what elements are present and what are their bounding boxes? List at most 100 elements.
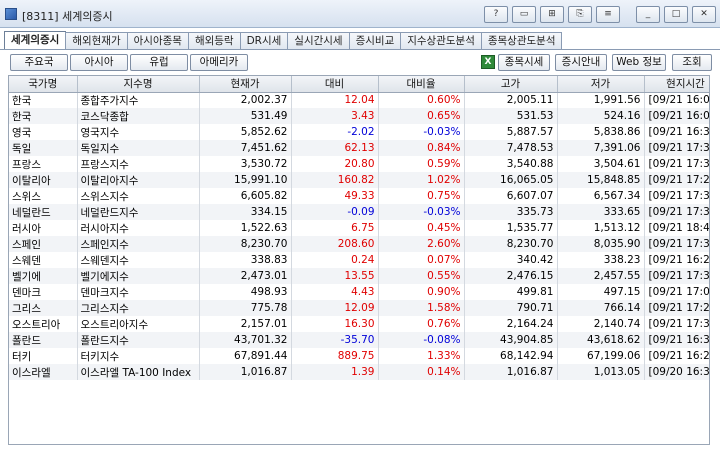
index-table: 국가명 지수명 현재가 대비 대비율 고가 저가 현지시간 한국 종합주가지수 2,… [9, 76, 709, 380]
table-row[interactable]: 벨기에 벨기에지수 2,473.01 13.55 0.55% 2,476.15 2,457.… [9, 268, 709, 284]
tab-overseas-price[interactable]: 해외현재가 [65, 32, 128, 50]
table-row[interactable]: 그리스 그리스지수 775.78 12.09 1.58% 790.71 766.14 [09/… [9, 300, 709, 316]
table-row[interactable]: 한국 종합주가지수 2,002.37 12.04 0.60% 2,005.11 1,991.… [9, 92, 709, 108]
cell-low: 3,504.61 [557, 156, 645, 172]
cell-local-time: [09/21 16:30] [644, 124, 709, 140]
header-change-rate[interactable]: 대비율 [378, 76, 465, 93]
cell-price: 1,016.87 [199, 364, 292, 380]
asia-button[interactable]: 아시아 [70, 54, 128, 71]
cell-index-name: 이스라엘 TA-100 Index [77, 364, 200, 380]
cell-local-time: [09/21 17:00] [644, 284, 709, 300]
table-row[interactable]: 한국 코스닥종합 531.49 3.43 0.65% 531.53 524.16 [09/21… [9, 108, 709, 124]
search-button[interactable]: 조회 [672, 54, 712, 71]
menu-icon[interactable]: ≡ [596, 6, 620, 23]
table-row[interactable]: 스웨덴 스웨덴지수 338.83 0.24 0.07% 340.42 338.23 [09/2… [9, 252, 709, 268]
cell-change: 3.43 [291, 108, 379, 124]
cell-change: 49.33 [291, 188, 379, 204]
cell-change-rate: 0.84% [378, 140, 465, 156]
window-title: [8311] 세계의증시 [22, 10, 113, 23]
cell-index-name: 덴마크지수 [77, 284, 200, 300]
header-high[interactable]: 고가 [464, 76, 558, 93]
help-icon[interactable]: ? [484, 6, 508, 23]
tab-stock-correlation[interactable]: 종목상관도분석 [480, 32, 563, 50]
tab-bar: 세계의증시 해외현재가 아시아종목 해외등락 DR시세 실시간시세 증시비교 지… [4, 31, 563, 50]
minimize-button[interactable]: _ [636, 6, 660, 23]
table-row[interactable]: 스위스 스위스지수 6,605.82 49.33 0.75% 6,607.07 6,567.… [9, 188, 709, 204]
link-icon[interactable]: ⊞ [540, 6, 564, 23]
table-row[interactable]: 스페인 스페인지수 8,230.70 208.60 2.60% 8,230.70 8,035… [9, 236, 709, 252]
table-row[interactable]: 독일 독일지수 7,451.62 62.13 0.84% 7,478.53 7,391.06… [9, 140, 709, 156]
cell-local-time: [09/21 17:35] [644, 156, 709, 172]
cell-index-name: 스페인지수 [77, 236, 200, 252]
cell-price: 43,701.32 [199, 332, 292, 348]
cell-low: 1,991.56 [557, 92, 645, 108]
cell-high: 499.81 [464, 284, 558, 300]
cell-high: 1,016.87 [464, 364, 558, 380]
tab-market-compare[interactable]: 증시비교 [348, 32, 402, 50]
tab-realtime-quote[interactable]: 실시간시세 [287, 32, 350, 50]
table-row[interactable]: 네덜란드 네덜란드지수 334.15 -0.09 -0.03% 335.73 333.65[… [9, 204, 709, 220]
table-row[interactable]: 오스트리아 오스트리아지수 2,157.01 16.30 0.76% 2,164.24 2,… [9, 316, 709, 332]
maximize-button[interactable]: □ [664, 6, 688, 23]
cell-low: 1,013.05 [557, 364, 645, 380]
close-button[interactable]: ✕ [692, 6, 716, 23]
cell-low: 15,848.85 [557, 172, 645, 188]
cell-country: 벨기에 [9, 268, 78, 284]
cell-country: 네덜란드 [9, 204, 78, 220]
cell-local-time: [09/21 16:20] [644, 252, 709, 268]
copy-icon[interactable]: ⎘ [568, 6, 592, 23]
market-guide-button[interactable]: 증시안내 [555, 54, 607, 71]
table-row[interactable]: 이스라엘 이스라엘 TA-100 Index 1,016.87 1.39 0.14% 1,… [9, 364, 709, 380]
cell-country: 독일 [9, 140, 78, 156]
cell-local-time: [09/21 17:34] [644, 316, 709, 332]
tab-overseas-change[interactable]: 해외등락 [187, 32, 241, 50]
header-index-name[interactable]: 지수명 [77, 76, 200, 93]
header-low[interactable]: 저가 [557, 76, 645, 93]
cell-change-rate: -0.03% [378, 204, 465, 220]
tab-asia-stocks[interactable]: 아시아종목 [126, 32, 189, 50]
tab-world-market[interactable]: 세계의증시 [4, 31, 67, 50]
cell-price: 775.78 [199, 300, 292, 316]
table-row[interactable]: 폴란드 폴란드지수 43,701.32 -35.70 -0.08% 43,904.85 43… [9, 332, 709, 348]
cell-index-name: 스위스지수 [77, 188, 200, 204]
cell-local-time: [09/21 17:24] [644, 172, 709, 188]
cell-country: 한국 [9, 108, 78, 124]
excel-icon[interactable]: X [481, 55, 495, 69]
europe-button[interactable]: 유럽 [130, 54, 188, 71]
header-price[interactable]: 현재가 [199, 76, 292, 93]
major-countries-button[interactable]: 주요국 [10, 54, 68, 71]
cell-local-time: [09/21 16:29] [644, 348, 709, 364]
cell-index-name: 영국지수 [77, 124, 200, 140]
table-row[interactable]: 터키 터키지수 67,891.44 889.75 1.33% 68,142.94 67,19… [9, 348, 709, 364]
cell-low: 497.15 [557, 284, 645, 300]
header-country[interactable]: 국가명 [9, 76, 78, 93]
cell-local-time: [09/21 16:00] [644, 108, 709, 124]
cell-low: 766.14 [557, 300, 645, 316]
table-row[interactable]: 영국 영국지수 5,852.62 -2.02 -0.03% 5,887.57 5,838.8… [9, 124, 709, 140]
tab-index-correlation[interactable]: 지수상관도분석 [400, 32, 482, 50]
cell-low: 2,140.74 [557, 316, 645, 332]
web-info-button[interactable]: Web 정보 [612, 54, 666, 71]
index-grid: 국가명 지수명 현재가 대비 대비율 고가 저가 현지시간 한국 종합주가지수 2,… [8, 75, 710, 445]
cell-change-rate: 0.76% [378, 316, 465, 332]
america-button[interactable]: 아메리카 [190, 54, 248, 71]
window-layout-icon[interactable]: ▭ [512, 6, 536, 23]
cell-index-name: 네덜란드지수 [77, 204, 200, 220]
cell-index-name: 러시아지수 [77, 220, 200, 236]
cell-change: 4.43 [291, 284, 379, 300]
table-row[interactable]: 러시아 러시아지수 1,522.63 6.75 0.45% 1,535.77 1,513.1… [9, 220, 709, 236]
cell-price: 2,157.01 [199, 316, 292, 332]
table-row[interactable]: 이탈리아 이탈리아지수 15,991.10 160.82 1.02% 16,065.05 1… [9, 172, 709, 188]
header-local-time[interactable]: 현지시간 [644, 76, 709, 93]
cell-change: 62.13 [291, 140, 379, 156]
cell-local-time: [09/21 17:20] [644, 300, 709, 316]
cell-high: 7,478.53 [464, 140, 558, 156]
table-row[interactable]: 덴마크 덴마크지수 498.93 4.43 0.90% 499.81 497.15 [09/2… [9, 284, 709, 300]
cell-change: -35.70 [291, 332, 379, 348]
cell-country: 스위스 [9, 188, 78, 204]
stock-quote-button[interactable]: 종목시세 [498, 54, 550, 71]
tab-dr-quote[interactable]: DR시세 [239, 32, 289, 50]
table-header-row: 국가명 지수명 현재가 대비 대비율 고가 저가 현지시간 [9, 76, 709, 93]
header-change[interactable]: 대비 [291, 76, 379, 93]
table-row[interactable]: 프랑스 프랑스지수 3,530.72 20.80 0.59% 3,540.88 3,504.… [9, 156, 709, 172]
